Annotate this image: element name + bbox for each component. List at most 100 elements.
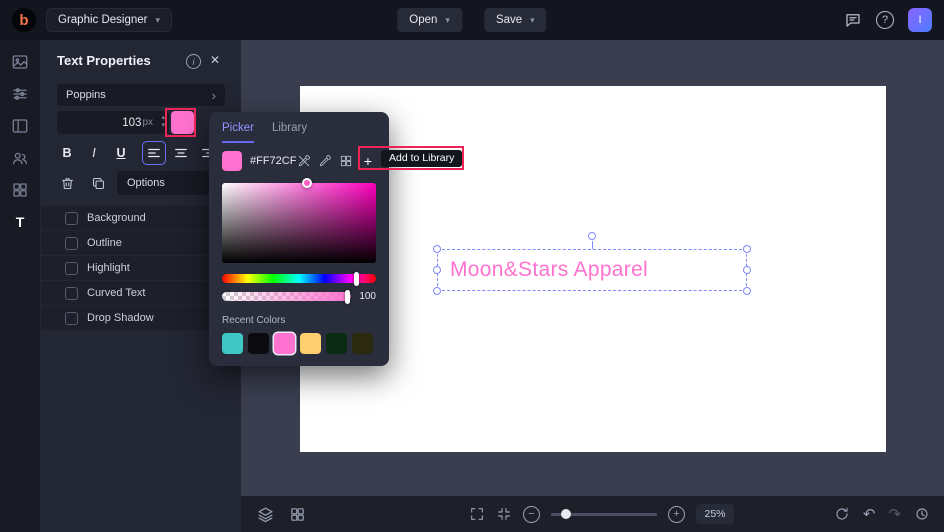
font-size-value: 103 <box>122 116 142 129</box>
swatch-grid-icon[interactable] <box>339 154 353 168</box>
opacity-value: 100 <box>359 291 376 302</box>
options-button[interactable]: Options <box>117 171 209 195</box>
toggle-label: Highlight <box>87 262 130 274</box>
panel-title: Text Properties <box>57 53 151 68</box>
resize-handle-top-right[interactable] <box>743 245 751 253</box>
resize-handle-bottom-left[interactable] <box>433 287 441 295</box>
open-label: Open <box>409 14 438 26</box>
rotate-handle[interactable] <box>588 232 596 240</box>
save-label: Save <box>495 14 523 26</box>
zoom-slider[interactable] <box>551 509 657 519</box>
chevron-right-icon: › <box>211 87 216 103</box>
font-name: Poppins <box>66 89 106 101</box>
duplicate-icon[interactable] <box>86 171 110 195</box>
align-left-button[interactable] <box>142 141 166 165</box>
templates-tool-icon[interactable] <box>8 114 32 138</box>
redo-button[interactable]: ↷ <box>888 505 901 523</box>
saturation-field[interactable] <box>222 178 376 263</box>
align-center-button[interactable] <box>169 141 193 165</box>
text-tool-icon[interactable]: T <box>8 210 32 234</box>
undo-button[interactable]: ↶ <box>863 505 876 523</box>
underline-button[interactable]: U <box>109 141 133 165</box>
edit-sliders-icon[interactable] <box>8 82 32 106</box>
eyedropper-icon[interactable] <box>318 154 332 168</box>
pages-icon[interactable] <box>289 506 306 523</box>
tools-row: Options <box>55 171 209 195</box>
app-menu-button[interactable]: Graphic Designer ▾ <box>46 8 173 32</box>
recent-color-swatch[interactable] <box>352 333 373 354</box>
hue-slider[interactable] <box>222 271 376 286</box>
stepper-up-icon[interactable]: ▴ <box>161 114 165 122</box>
checkbox[interactable] <box>65 211 78 225</box>
tab-library[interactable]: Library <box>272 122 307 143</box>
history-icon[interactable] <box>914 506 930 522</box>
resize-handle-bottom-right[interactable] <box>743 287 751 295</box>
topbar: b Graphic Designer ▾ Open ▾ Save ▾ ? I <box>0 0 944 40</box>
resize-handle-top-left[interactable] <box>433 245 441 253</box>
font-family-select[interactable]: Poppins › <box>57 84 225 106</box>
grid-tool-icon[interactable] <box>8 178 32 202</box>
zoom-out-button[interactable]: − <box>523 505 540 523</box>
font-size-input[interactable]: 103 px ▴ ▾ <box>57 111 169 134</box>
checkbox[interactable] <box>65 236 78 250</box>
opacity-thumb[interactable] <box>345 289 351 304</box>
recent-color-swatch[interactable] <box>222 333 243 354</box>
zoom-level-badge[interactable]: 25% <box>696 504 734 524</box>
zoom-in-button[interactable]: + <box>668 505 685 523</box>
recent-color-swatch[interactable] <box>274 333 295 354</box>
delete-icon[interactable] <box>55 171 79 195</box>
recent-color-swatch[interactable] <box>300 333 321 354</box>
checkbox[interactable] <box>65 261 78 275</box>
close-glyph: ✕ <box>210 53 221 67</box>
befunky-logo[interactable]: b <box>12 8 36 32</box>
zoom-slider-thumb[interactable] <box>561 509 571 519</box>
font-size-stepper[interactable]: ▴ ▾ <box>161 114 165 130</box>
resize-handle-mid-left[interactable] <box>433 266 441 274</box>
italic-button[interactable]: I <box>82 141 106 165</box>
canvas-text[interactable]: Moon&Stars Apparel <box>450 258 648 282</box>
feedback-icon[interactable] <box>844 11 862 29</box>
hex-input[interactable]: #FF72CF <box>250 155 296 167</box>
eyedropper-off-icon[interactable] <box>297 154 311 168</box>
app-window: b Graphic Designer ▾ Open ▾ Save ▾ ? I T… <box>0 0 944 532</box>
opacity-slider[interactable] <box>222 289 352 304</box>
recent-color-swatch[interactable] <box>248 333 269 354</box>
hue-thumb[interactable] <box>354 271 360 286</box>
fit-to-screen-icon[interactable] <box>496 506 512 522</box>
logo-letter: b <box>19 11 29 29</box>
checkbox[interactable] <box>65 311 78 325</box>
open-button[interactable]: Open ▾ <box>397 8 462 32</box>
bold-label: B <box>62 146 72 160</box>
opacity-row: 100 <box>222 289 376 304</box>
plus-glyph: + <box>673 508 680 520</box>
recent-color-swatch[interactable] <box>326 333 347 354</box>
picker-tabs: Picker Library <box>222 122 376 143</box>
help-icon[interactable]: ? <box>876 11 894 29</box>
rotation-stem <box>591 241 593 249</box>
toggle-label: Background <box>87 212 146 224</box>
save-button[interactable]: Save ▾ <box>483 8 547 32</box>
text-element-selection[interactable]: Moon&Stars Apparel <box>433 232 751 295</box>
info-icon[interactable]: i <box>186 54 201 69</box>
add-to-library-button[interactable]: + <box>360 153 376 169</box>
layers-icon[interactable] <box>257 506 274 523</box>
current-color-swatch[interactable] <box>222 151 242 171</box>
hex-row: #FF72CF + <box>222 151 376 171</box>
zoom-controls: − + 25% <box>469 496 734 532</box>
fullscreen-icon[interactable] <box>469 506 485 522</box>
tab-picker[interactable]: Picker <box>222 122 254 143</box>
chevron-down-icon: ▾ <box>530 14 535 25</box>
bold-button[interactable]: B <box>55 141 79 165</box>
info-glyph: i <box>192 56 195 67</box>
saturation-cursor[interactable] <box>302 178 313 188</box>
resize-handle-mid-right[interactable] <box>743 266 751 274</box>
photos-tool-icon[interactable] <box>8 50 32 74</box>
avatar[interactable]: I <box>908 8 932 32</box>
people-tool-icon[interactable] <box>8 146 32 170</box>
text-color-swatch[interactable] <box>171 111 194 134</box>
checkbox[interactable] <box>65 286 78 300</box>
close-icon[interactable]: ✕ <box>210 53 220 67</box>
text-tool-letter: T <box>15 214 25 230</box>
reset-icon[interactable] <box>834 506 850 522</box>
stepper-down-icon[interactable]: ▾ <box>161 122 165 130</box>
